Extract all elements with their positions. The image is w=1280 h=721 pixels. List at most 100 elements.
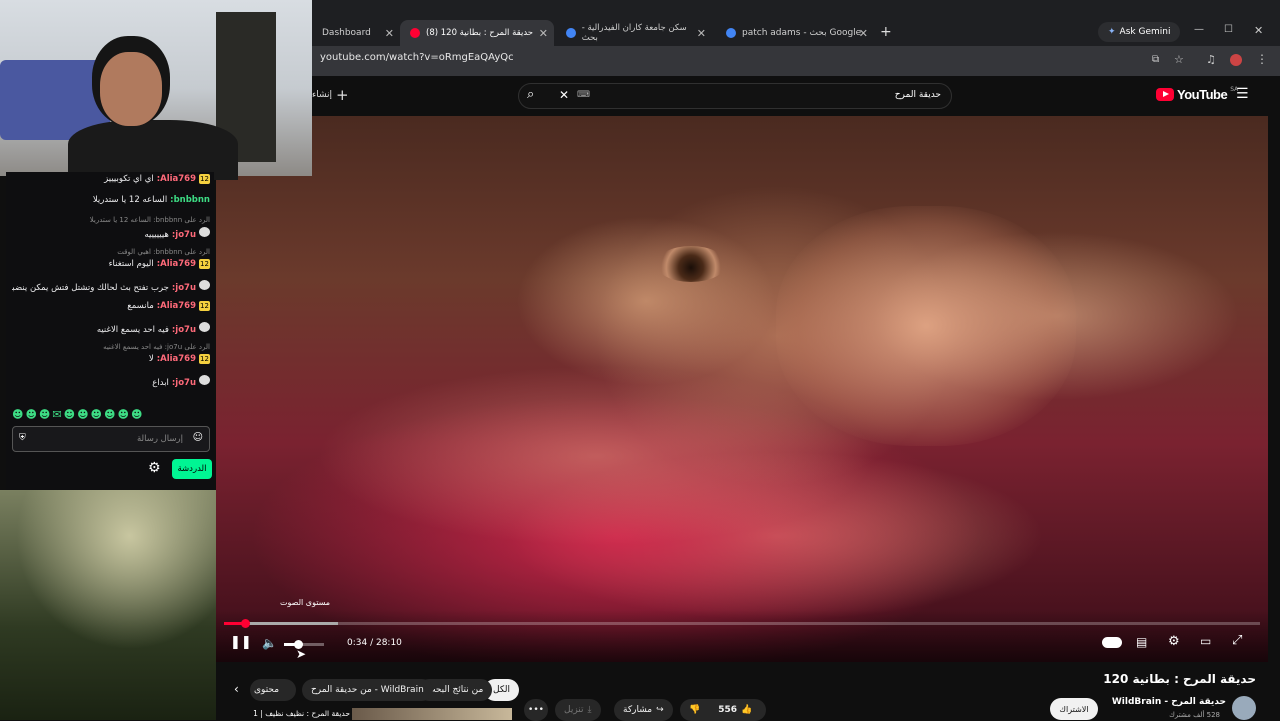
- player-controls: ❚❚ 🔈 مستوى الصوت ➤ 0:34 / 28:10 ▤ ⚙ ▭ ⤢: [216, 598, 1268, 662]
- chat-username[interactable]: jo7u:: [169, 378, 196, 388]
- emoji-icon[interactable]: ☺: [193, 432, 203, 443]
- video-title: حديقة المرح : بطانية 120: [1103, 672, 1256, 686]
- chip-related[interactable]: محتوى: [250, 679, 296, 701]
- new-tab-button[interactable]: +: [880, 24, 892, 40]
- keyboard-icon[interactable]: ⌨: [577, 90, 590, 100]
- chat-message[interactable]: 12Alia769: لا: [12, 354, 210, 364]
- google-favicon-icon: [566, 28, 576, 38]
- chat-message[interactable]: jo7u: هييييييه: [12, 227, 210, 240]
- search-box[interactable]: ⌕ ✕ ⌨ حديقة المرح: [518, 83, 952, 109]
- close-tab-icon[interactable]: ✕: [697, 27, 706, 40]
- close-window-button[interactable]: ✕: [1254, 24, 1263, 37]
- close-tab-icon[interactable]: ✕: [539, 27, 548, 40]
- create-button[interactable]: إنشاء +: [312, 86, 349, 104]
- clear-search-icon[interactable]: ✕: [559, 88, 569, 102]
- emote-row-icon[interactable]: ☻☻☻✉☻☻☻☻☻☻: [12, 408, 144, 421]
- shield-icon: ⛨: [19, 433, 26, 443]
- close-tab-icon[interactable]: ✕: [859, 27, 868, 40]
- address-bar[interactable]: youtube.com/watch?v=oRmgEaQAyQc ⧉ ☆ ♫ ⋮: [312, 46, 1280, 76]
- more-icon: •••: [528, 705, 544, 715]
- volume-icon[interactable]: 🔈: [262, 636, 277, 650]
- chat-reply-context: الرد على bnbbnn: اهبي الوقت: [117, 248, 210, 256]
- dislike-icon[interactable]: 👎: [689, 705, 700, 715]
- channel-avatar[interactable]: [1232, 696, 1256, 720]
- like-icon[interactable]: 👍: [741, 705, 752, 715]
- tab-search-karan[interactable]: سكن جامعة كاران الفيدرالية - بحث ✕: [556, 20, 712, 46]
- profile-avatar[interactable]: [1230, 54, 1242, 66]
- tab-youtube[interactable]: (8) حديقة المرح : بطانية 120 ✕: [400, 20, 554, 46]
- chevron-left-icon[interactable]: ‹: [234, 682, 239, 696]
- video-eye-shape: [656, 246, 726, 282]
- next-video-thumbnail[interactable]: [352, 708, 512, 720]
- chat-text: مانسمع: [127, 301, 154, 311]
- chat-username[interactable]: bnbbnn:: [167, 195, 210, 205]
- chat-message[interactable]: jo7u: ابداع: [12, 375, 210, 388]
- url-text[interactable]: youtube.com/watch?v=oRmgEaQAyQc: [320, 52, 514, 63]
- install-icon[interactable]: ⧉: [1152, 54, 1159, 65]
- chat-message[interactable]: 12Alia769: مانسمع: [12, 301, 210, 311]
- chat-message[interactable]: bnbbnn: الساعه 12 يا ستدريلا: [12, 195, 210, 205]
- chat-username[interactable]: Alia769:: [154, 174, 196, 184]
- chat-username[interactable]: jo7u:: [169, 325, 196, 335]
- video-frame[interactable]: [216, 116, 1268, 662]
- chat-badge-icon: [199, 227, 210, 237]
- browser-menu-icon[interactable]: ⋮: [1256, 52, 1268, 66]
- chip-from-channel[interactable]: من حديقة المرح - WildBrain: [302, 679, 433, 701]
- theater-mode-icon[interactable]: ▭: [1200, 634, 1211, 648]
- settings-gear-icon[interactable]: ⚙: [1168, 634, 1180, 649]
- minimize-button[interactable]: —: [1194, 24, 1204, 35]
- media-controls-icon[interactable]: ♫: [1206, 53, 1216, 66]
- chat-message[interactable]: 12Alia769: اي اي تكوبيييز: [12, 174, 210, 184]
- progress-scrubber[interactable]: [240, 619, 250, 628]
- plus-icon: +: [336, 86, 349, 104]
- youtube-play-logo-icon: [1156, 88, 1174, 101]
- subtitles-icon[interactable]: ▤: [1136, 635, 1147, 649]
- chat-username[interactable]: jo7u:: [169, 283, 196, 293]
- youtube-logo[interactable]: YouTube SA: [1156, 86, 1238, 102]
- tab-dashboard[interactable]: Dashboard ✕: [312, 20, 400, 46]
- ask-gemini-button[interactable]: ✦ Ask Gemini: [1098, 22, 1181, 42]
- chat-reply-context: الرد على bnbbnn: الساعه 12 يا ستدريلا: [89, 216, 210, 224]
- search-input[interactable]: حديقة المرح: [895, 90, 941, 100]
- chat-message[interactable]: 12Alia769: اليوم استغناء: [12, 259, 210, 269]
- chat-username[interactable]: jo7u:: [169, 230, 196, 240]
- pause-icon[interactable]: ❚❚: [230, 635, 252, 650]
- chat-text: هييييييه: [144, 230, 169, 240]
- chat-text: جرب تفتح بث لحالك وتشتل فتش يمكن ينضبط: [12, 283, 169, 293]
- bookmark-star-icon[interactable]: ☆: [1174, 53, 1184, 66]
- search-icon[interactable]: ⌕: [527, 87, 534, 102]
- share-button[interactable]: مشاركة ↪: [614, 699, 673, 721]
- chat-username[interactable]: Alia769:: [154, 301, 196, 311]
- subscribe-button[interactable]: الاشتراك: [1050, 698, 1098, 720]
- maximize-button[interactable]: ☐: [1224, 24, 1233, 35]
- video-fingers-shape: [316, 366, 876, 546]
- chat-reply-context: الرد على jo7u: فيه احد يسمع الاغنيه: [103, 343, 210, 351]
- tab-patch-adams[interactable]: patch adams - بحث Google ✕: [716, 20, 874, 46]
- chat-text: اي اي تكوبيييز: [104, 174, 154, 184]
- channel-name[interactable]: WildBrain - حديقة المرح: [1110, 697, 1226, 707]
- chat-message[interactable]: jo7u: جرب تفتح بث لحالك وتشتل فتش يمكن ي…: [12, 280, 210, 293]
- chat-message[interactable]: jo7u: فيه احد يسمع الاغنيه: [12, 322, 210, 335]
- fullscreen-icon[interactable]: ⤢: [1232, 633, 1242, 648]
- chat-badge-icon: 12: [199, 174, 210, 184]
- next-video-title[interactable]: حديقة المرح : نظيف نظيف | 1: [232, 709, 350, 718]
- chat-badge-icon: [199, 280, 210, 290]
- progress-track[interactable]: [224, 622, 1260, 625]
- chat-send-button[interactable]: الدردشة: [172, 459, 212, 479]
- chat-text: فيه احد يسمع الاغنيه: [96, 325, 169, 335]
- webcam-person-body: [68, 120, 238, 180]
- chat-username[interactable]: Alia769:: [154, 259, 196, 269]
- webcam-overlay: [0, 0, 312, 180]
- volume-tooltip: مستوى الصوت: [280, 598, 331, 607]
- chat-badge-icon: 12: [199, 354, 210, 364]
- more-actions-button[interactable]: •••: [524, 699, 548, 721]
- chat-input[interactable]: ⛨ إرسال رسالة ☺: [12, 426, 210, 452]
- hamburger-menu-icon[interactable]: ☰: [1236, 86, 1249, 102]
- autoplay-toggle[interactable]: [1102, 637, 1122, 648]
- chat-username[interactable]: Alia769:: [154, 354, 196, 364]
- close-tab-icon[interactable]: ✕: [385, 27, 394, 40]
- chat-settings-gear-icon[interactable]: ⚙: [148, 460, 161, 476]
- download-button[interactable]: تنزيل ⤓: [555, 699, 601, 721]
- subscriber-count: 528 ألف مشترك: [1169, 711, 1220, 719]
- like-dislike-buttons[interactable]: 👎 556 👍: [680, 699, 766, 721]
